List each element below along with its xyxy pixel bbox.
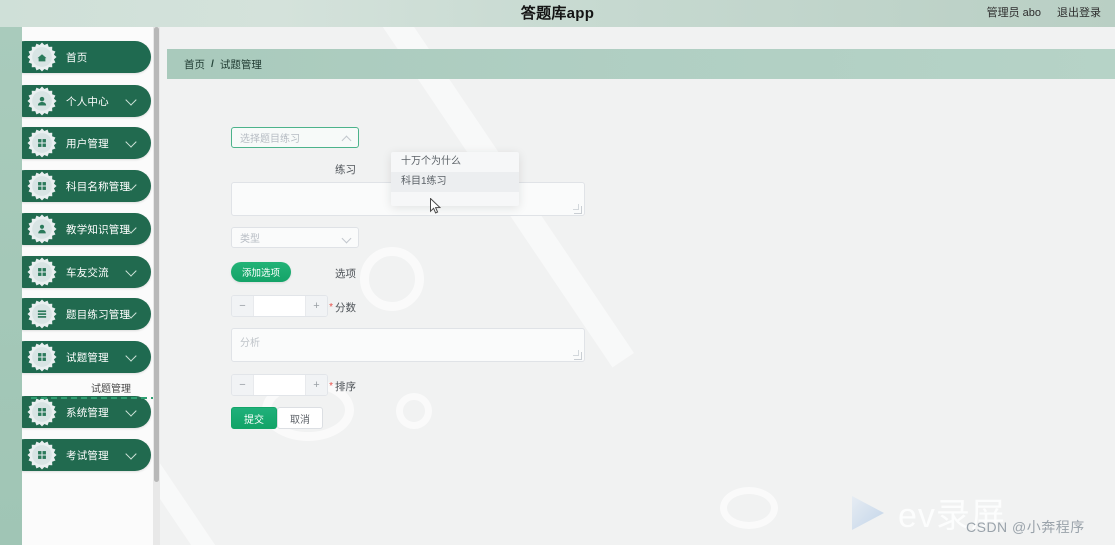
sidebar-submenu-active-underline <box>31 397 156 399</box>
label-options: 选项 <box>335 268 356 280</box>
sidebar-item-3[interactable]: 用户管理 <box>22 127 151 159</box>
required-marker: * <box>329 302 333 314</box>
question-dropdown-menu[interactable]: 十万个为什么 科目1练习 <box>391 152 519 206</box>
sidebar-item-1[interactable]: 首页 <box>22 41 151 73</box>
app-title: 答题库app <box>520 5 595 22</box>
select-question-input[interactable]: 选择题目练习 <box>231 127 359 148</box>
dropdown-option-2[interactable]: 科目1练习 <box>391 172 519 192</box>
resize-handle-icon[interactable] <box>573 350 582 360</box>
add-option-button[interactable]: 添加选项 <box>231 262 292 282</box>
resize-handle-icon[interactable] <box>573 204 582 214</box>
grid-icon <box>26 256 58 288</box>
score-increment-button[interactable]: + <box>305 296 327 316</box>
top-header: 答题库app 管理员 abo 退出登录 <box>0 0 1115 27</box>
select-type-placeholder: 类型 <box>240 234 260 245</box>
home-icon <box>26 41 58 73</box>
logout-button[interactable]: 退出登录 <box>1057 0 1101 27</box>
person-icon <box>26 213 58 245</box>
sidebar-scrollbar[interactable] <box>153 27 160 545</box>
breadcrumb: 首页 / 试题管理 <box>167 49 1115 79</box>
chevron-down-icon <box>125 350 137 362</box>
chevron-down-icon <box>125 94 137 106</box>
dropdown-option-1[interactable]: 十万个为什么 <box>391 152 519 172</box>
breadcrumb-current: 试题管理 <box>219 58 262 71</box>
sidebar-item-4[interactable]: 科目名称管理 <box>22 170 151 202</box>
cancel-button[interactable]: 取消 <box>277 407 323 429</box>
grid-icon <box>26 127 58 159</box>
sidebar-item-label: 试题管理 <box>66 351 109 364</box>
sort-value[interactable] <box>254 375 305 395</box>
sort-decrement-button[interactable]: − <box>232 375 254 395</box>
question-form: *选择题目 选择题目练习 练习 *试题 *类型 类型 选项 <box>160 87 1108 527</box>
label-practice: 练习 <box>335 164 356 176</box>
sidebar-item-label: 考试管理 <box>66 449 109 462</box>
sort-increment-button[interactable]: + <box>305 375 327 395</box>
chevron-down-icon <box>125 448 137 460</box>
header-actions: 管理员 abo 退出登录 <box>987 0 1101 27</box>
breadcrumb-home[interactable]: 首页 <box>184 57 205 72</box>
list-icon <box>26 298 58 330</box>
main-content: 首页 / 试题管理 *选择题目 选择题目练习 练习 *试题 *类型 类型 <box>160 27 1115 545</box>
chevron-down-icon <box>341 233 352 244</box>
sidebar-item-label: 题目练习管理 <box>66 308 131 321</box>
chevron-down-icon <box>125 405 137 417</box>
sort-stepper[interactable]: − + <box>231 374 328 396</box>
sidebar: 首页个人中心用户管理科目名称管理 教学知识管理 车友交流题目练习管理 试题管理系统管理… <box>22 27 156 545</box>
sidebar-item-label: 用户管理 <box>66 137 109 150</box>
current-user-label[interactable]: 管理员 abo <box>987 0 1041 27</box>
breadcrumb-separator: / <box>211 58 214 70</box>
chevron-down-icon <box>125 265 137 277</box>
score-decrement-button[interactable]: − <box>232 296 254 316</box>
sidebar-item-6[interactable]: 车友交流 <box>22 256 151 288</box>
grid-icon <box>26 170 58 202</box>
submit-button[interactable]: 提交 <box>231 407 277 429</box>
select-type-input[interactable]: 类型 <box>231 227 359 248</box>
sidebar-item-label: 首页 <box>66 51 88 64</box>
chevron-up-icon <box>341 135 352 146</box>
sidebar-item-label: 车友交流 <box>66 266 109 279</box>
sidebar-item-label: 科目名称管理 <box>66 180 131 193</box>
select-question-placeholder: 选择题目练习 <box>240 134 300 145</box>
analysis-placeholder: 分析 <box>240 338 260 349</box>
grid-icon <box>26 341 58 373</box>
sidebar-item-8[interactable]: 试题管理 <box>22 341 151 373</box>
left-edge-strip <box>0 27 22 545</box>
cancel-label: 取消 <box>290 414 310 426</box>
user-icon <box>26 85 58 117</box>
chevron-down-icon <box>125 136 137 148</box>
required-marker: * <box>329 381 333 393</box>
add-option-label: 添加选项 <box>242 268 281 279</box>
score-stepper[interactable]: − + <box>231 295 328 317</box>
sidebar-item-label: 教学知识管理 <box>66 223 131 236</box>
sidebar-item-7[interactable]: 题目练习管理 <box>22 298 151 330</box>
grid-icon <box>26 439 58 471</box>
analysis-textarea[interactable]: 分析 <box>231 328 585 362</box>
sidebar-item-10[interactable]: 考试管理 <box>22 439 151 471</box>
sidebar-item-label: 系统管理 <box>66 406 109 419</box>
sidebar-scrollbar-thumb[interactable] <box>154 27 159 482</box>
submit-label: 提交 <box>244 414 264 426</box>
score-value[interactable] <box>254 296 305 316</box>
sidebar-item-label: 个人中心 <box>66 95 109 108</box>
sidebar-item-5[interactable]: 教学知识管理 <box>22 213 151 245</box>
sidebar-item-2[interactable]: 个人中心 <box>22 85 151 117</box>
